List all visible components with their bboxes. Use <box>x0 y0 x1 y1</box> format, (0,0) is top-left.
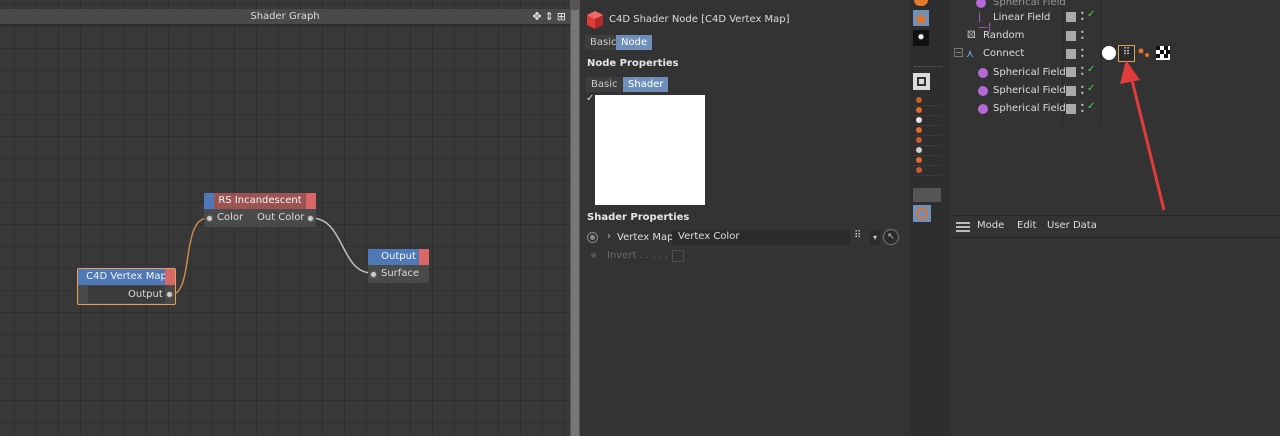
vertex-map-field[interactable]: Vertex Color ⠿ <box>672 230 861 245</box>
hamburger-menu-icon[interactable] <box>956 222 970 232</box>
invert-checkbox[interactable] <box>672 250 684 262</box>
node-c4d-vertex-map[interactable]: C4D Vertex Map Output <box>77 268 176 305</box>
menu-mode[interactable]: Mode <box>977 220 1004 231</box>
port-output[interactable] <box>166 291 173 298</box>
tag-icon-4[interactable] <box>916 127 922 133</box>
port-surface-in[interactable] <box>370 271 377 278</box>
favorite-star-icon[interactable] <box>913 10 929 26</box>
tag-icon-3[interactable] <box>916 117 922 123</box>
vertex-map-label: Vertex Map <box>617 232 674 243</box>
tab-shader-node[interactable]: Shader <box>623 77 669 92</box>
menu-user-data[interactable]: User Data <box>1047 220 1097 231</box>
vertex-map-dropdown-icon[interactable]: ▾ <box>870 230 880 245</box>
invert-animate-icon[interactable] <box>591 253 596 258</box>
vertex-map-animate-icon[interactable] <box>587 232 598 243</box>
tab-node-top[interactable]: Node <box>616 35 653 50</box>
attr-header-title: C4D Shader Node [C4D Vertex Map] <box>609 14 790 25</box>
vertex-map-value: Vertex Color <box>678 231 740 242</box>
node-output-header[interactable]: Output <box>368 249 429 265</box>
grid-dots-icon[interactable]: ⠿ <box>854 230 861 241</box>
tool-strip: ✸ <box>910 0 950 436</box>
tag-icons-column <box>913 96 941 186</box>
graph-scrollbar[interactable] <box>570 0 580 436</box>
port-output-label: Output <box>128 289 163 300</box>
strip-divider <box>914 66 942 68</box>
port-color-in[interactable] <box>206 215 213 222</box>
port-out-color-label: Out Color <box>257 212 305 223</box>
port-color-label: Color <box>217 212 244 223</box>
clapper-icon[interactable]: ✸ <box>913 30 929 46</box>
pick-object-icon[interactable]: ↖ <box>883 229 899 245</box>
node-rs-incandescent-title: RS Incandescent <box>218 195 302 206</box>
port-surface-label: Surface <box>381 268 420 279</box>
shader-graph-canvas[interactable]: Shader Graph ✥ ⇕ ⊞ RS Incandescent Color O… <box>0 0 570 436</box>
port-out-color[interactable] <box>307 215 314 222</box>
node-output[interactable]: Output Surface <box>368 249 429 283</box>
attribute-manager-divider <box>950 237 1280 238</box>
node-rs-incandescent-header[interactable]: RS Incandescent <box>204 193 316 209</box>
spline-tool-icon[interactable] <box>913 205 931 222</box>
shader-preview <box>595 95 705 205</box>
shader-node-cube-icon <box>586 10 604 30</box>
node-c4d-vertex-map-title: C4D Vertex Map <box>86 271 167 282</box>
menu-edit[interactable]: Edit <box>1017 220 1036 231</box>
node-c4d-vertex-map-header[interactable]: C4D Vertex Map <box>78 269 175 285</box>
invert-label: Invert . . . . . <box>607 250 669 261</box>
annotation-arrow <box>1120 60 1166 210</box>
attribute-manager: Mode Edit User Data <box>950 215 1280 436</box>
node-properties-heading: Node Properties <box>587 58 679 69</box>
object-sphere-icon[interactable] <box>914 0 928 6</box>
node-output-title: Output <box>381 251 416 262</box>
tag-icon-8[interactable] <box>916 167 922 173</box>
strip-disabled-button[interactable] <box>913 188 941 202</box>
preview-checkmark-icon[interactable]: ✓ <box>586 93 594 104</box>
shader-properties-heading: Shader Properties <box>587 212 690 223</box>
object-manager: Spherical Field |—| Linear Field ⚄ Rando… <box>950 0 1280 210</box>
tag-icon-5[interactable] <box>916 137 922 143</box>
wire-incandescent-to-output <box>310 217 373 274</box>
tag-icon-2[interactable] <box>916 107 922 113</box>
tag-icon-7[interactable] <box>916 157 922 163</box>
tab-basic-node[interactable]: Basic <box>586 77 623 92</box>
vertex-map-expand-icon[interactable]: › <box>607 231 611 242</box>
tag-icon-6[interactable] <box>916 147 922 153</box>
node-rs-incandescent[interactable]: RS Incandescent Color Out Color <box>204 193 316 227</box>
tag-icon-1[interactable] <box>916 97 922 103</box>
attribute-panel: C4D Shader Node [C4D Vertex Map] Basic N… <box>580 0 910 436</box>
layer-icon[interactable] <box>913 73 930 90</box>
